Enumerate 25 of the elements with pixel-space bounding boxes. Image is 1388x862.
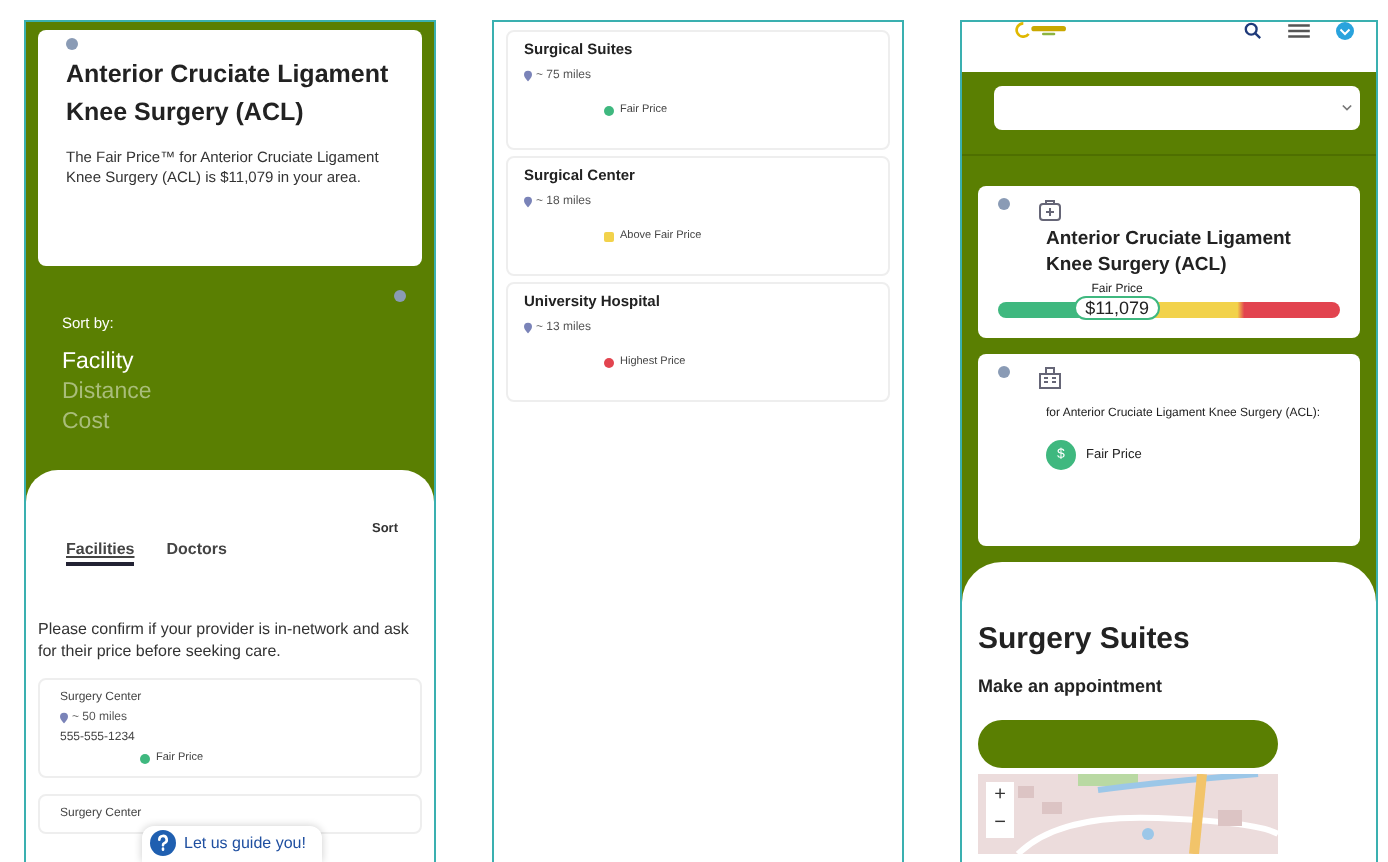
location-pin-icon <box>524 196 532 208</box>
tab[interactable]: Doctors <box>166 540 227 566</box>
location-pin-icon <box>60 712 68 724</box>
help-icon <box>150 830 176 856</box>
building-icon <box>1038 366 1062 390</box>
help-button[interactable]: Let us guide you! <box>142 826 322 862</box>
info-icon <box>394 290 406 302</box>
price-value: $11,079 <box>1073 296 1161 320</box>
procedure-title: Anterior Cruciate Ligament Knee Surgery (ACL) <box>66 58 391 130</box>
notice-text: Please confirm if your provider is in-network and ask for their price before seeking care. <box>38 618 411 662</box>
info-icon <box>998 366 1010 378</box>
menu-icon[interactable] <box>1288 22 1310 40</box>
chevron-icon <box>1342 104 1352 112</box>
appointment-heading: Make an appointment <box>978 676 1165 696</box>
facility-heading: Surgery Suites <box>978 622 1192 656</box>
sort-option[interactable]: Facility <box>62 348 398 378</box>
info-icon <box>66 38 78 50</box>
tab[interactable]: Facilities <box>66 540 135 566</box>
medical-kit-icon <box>1038 198 1062 222</box>
appointment-button[interactable] <box>978 720 1278 768</box>
procedure-title: Anterior Cruciate Ligament Knee Surgery (ACL) <box>1044 226 1293 278</box>
location-pin-icon <box>524 70 532 82</box>
location-pin-icon <box>524 322 532 334</box>
search-icon[interactable] <box>1242 22 1264 40</box>
info-icon <box>998 198 1010 210</box>
